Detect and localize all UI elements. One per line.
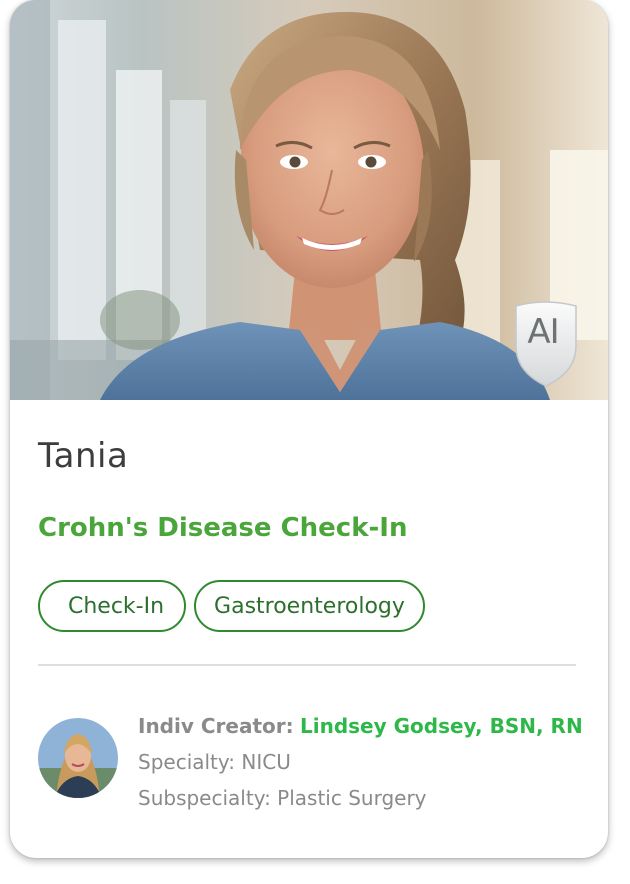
creator-specialty: Specialty: NICU — [138, 750, 291, 774]
tag-check-in[interactable]: Check-In — [38, 580, 187, 632]
avatar-card[interactable]: AI Tania Crohn's Disease Check-In Check-… — [10, 0, 608, 858]
tag-gastroenterology[interactable]: Gastroenterology — [194, 580, 425, 632]
scenario-title[interactable]: Crohn's Disease Check-In — [38, 513, 407, 543]
creator-info: Indiv Creator: Lindsey Godsey, BSN, RN S… — [138, 708, 583, 816]
tag-list: Check-In Gastroenterology — [38, 580, 425, 632]
profile-photo: AI — [10, 0, 608, 400]
creator-avatar — [38, 718, 118, 798]
avatar-name: Tania — [38, 436, 129, 476]
creator-name-link[interactable]: Lindsey Godsey, BSN, RN — [300, 714, 583, 738]
ai-badge-label: AI — [527, 312, 559, 352]
divider — [38, 664, 576, 666]
creator-avatar-illustration — [38, 718, 118, 798]
creator-label: Indiv Creator: — [138, 714, 294, 738]
ai-badge-icon: AI — [510, 298, 576, 386]
creator-subspecialty: Subspecialty: Plastic Surgery — [138, 786, 427, 810]
creator-line: Indiv Creator: Lindsey Godsey, BSN, RN — [138, 708, 583, 744]
